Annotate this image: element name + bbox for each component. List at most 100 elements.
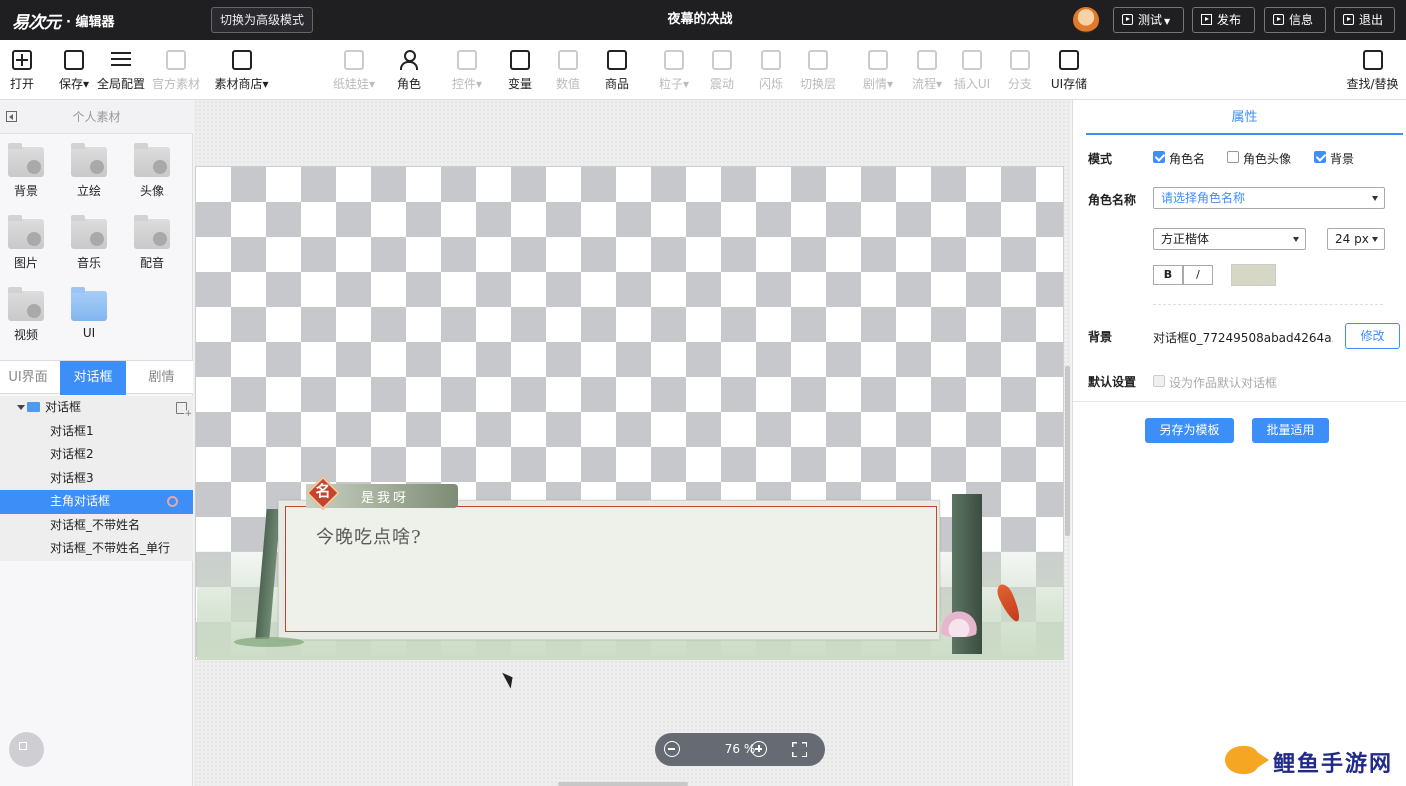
flow-tool[interactable]: 流程▾ (910, 50, 944, 92)
fullscreen-icon[interactable] (792, 742, 807, 757)
batch-apply-button[interactable]: 批量适用 (1252, 418, 1329, 443)
open-tool[interactable]: 打开 (8, 50, 36, 92)
asset-folder-voice[interactable]: 配音 (127, 215, 177, 271)
apps-grid-icon[interactable] (9, 732, 44, 767)
default-dialog-checkbox[interactable]: 设为作品默认对话框 (1153, 374, 1277, 391)
publish-button[interactable]: 发布 (1192, 7, 1255, 33)
mode-checkbox-background[interactable]: 背景 (1314, 150, 1354, 167)
user-avatar[interactable] (1073, 7, 1099, 33)
left-tabs: UI界面 对话框 剧情 (0, 360, 193, 395)
flash-icon (761, 50, 781, 70)
folder-icon (8, 215, 44, 249)
tree-item[interactable]: 对话框_不带姓名 (0, 513, 193, 537)
asset-folder-label: 头像 (139, 184, 164, 198)
variable-tool[interactable]: 变量 (507, 50, 533, 92)
mode-checkbox-char-avatar[interactable]: 角色头像 (1227, 150, 1291, 167)
stage-canvas[interactable]: 今晚吃点啥? 是我呀 名 (195, 166, 1064, 660)
dialog-text[interactable]: 今晚吃点啥? (316, 523, 422, 549)
fish-logo-icon (1225, 746, 1269, 774)
tree-item[interactable]: 对话框1 (0, 419, 193, 443)
chevron-down-icon (1372, 196, 1378, 201)
official-assets-tool[interactable]: 官方素材 (152, 50, 200, 92)
char-name-select[interactable]: 请选择角色名称 (1153, 187, 1385, 209)
switch-advanced-mode-button[interactable]: 切换为高级模式 (211, 7, 313, 33)
play-icon (1122, 14, 1133, 25)
asset-folder-portrait[interactable]: 立绘 (64, 143, 114, 199)
asset-folder-avatar[interactable]: 头像 (127, 143, 177, 199)
vertical-scrollbar[interactable] (1065, 366, 1070, 536)
asset-folder-ui[interactable]: UI (64, 287, 114, 340)
asset-folder-image[interactable]: 图片 (1, 215, 51, 271)
asset-folder-background[interactable]: 背景 (1, 143, 51, 199)
widget-tool[interactable]: 控件▾ (450, 50, 484, 92)
publish-label: 发布 (1217, 13, 1242, 27)
asset-folder-label: 视频 (13, 328, 38, 342)
insert-ui-tool[interactable]: 插入UI (953, 50, 991, 92)
mode-checkbox-char-name[interactable]: 角色名 (1153, 150, 1205, 167)
shake-label: 震动 (709, 77, 734, 91)
switch-layer-label: 切换层 (799, 77, 836, 91)
branch-icon (1010, 50, 1030, 70)
logout-button[interactable]: 退出 (1334, 7, 1395, 33)
edit-background-button[interactable]: 修改 (1345, 323, 1400, 349)
find-replace-label: 查找/替换 (1346, 77, 1399, 91)
tab-dialog[interactable]: 对话框 (60, 361, 126, 395)
open-label: 打开 (9, 77, 34, 91)
tab-properties[interactable]: 属性 (1086, 100, 1403, 135)
asset-folder-label: 立绘 (76, 184, 101, 198)
text-color-swatch[interactable] (1231, 264, 1276, 286)
particle-tool[interactable]: 粒子▾ (659, 50, 689, 92)
dialog-box[interactable]: 今晚吃点啥? (278, 500, 940, 640)
save-tool[interactable]: 保存▾ (56, 50, 92, 92)
horizontal-scrollbar[interactable] (558, 782, 688, 786)
particle-label: 粒子▾ (659, 77, 690, 91)
plus-square-icon (12, 50, 32, 70)
test-button[interactable]: 测试 ▼ (1113, 7, 1184, 33)
tab-plot[interactable]: 剧情 (130, 361, 193, 395)
character-label: 角色 (396, 77, 421, 91)
plot-tool[interactable]: 剧情▾ (861, 50, 895, 92)
asset-store-tool[interactable]: 素材商店▾ (213, 50, 270, 92)
shake-tool[interactable]: 震动 (709, 50, 735, 92)
chevron-down-icon (1293, 237, 1299, 242)
character-tool[interactable]: 角色 (396, 50, 422, 92)
global-config-tool[interactable]: 全局配置 (97, 50, 145, 92)
font-size-select[interactable]: 24 px (1327, 228, 1385, 250)
settings-icon[interactable] (167, 496, 178, 507)
value-tool[interactable]: 数值 (555, 50, 581, 92)
info-label: 信息 (1289, 13, 1314, 27)
italic-button[interactable]: / (1183, 265, 1213, 285)
bold-button[interactable]: B (1153, 265, 1183, 285)
font-size-value: 24 px (1335, 232, 1369, 246)
ui-storage-tool[interactable]: UI存储 (1050, 50, 1088, 92)
add-file-icon[interactable] (176, 402, 192, 419)
flash-tool[interactable]: 闪烁 (758, 50, 784, 92)
app-logo[interactable]: 易次元 · 编辑器 (12, 7, 114, 33)
font-family-select[interactable]: 方正楷体 (1153, 228, 1306, 250)
find-replace-tool[interactable]: 查找/替换 (1346, 50, 1399, 92)
checkbox-icon (1314, 151, 1326, 163)
tree-item[interactable]: 对话框2 (0, 443, 193, 467)
switch-layer-tool[interactable]: 切换层 (799, 50, 837, 92)
zoom-in-icon[interactable] (751, 741, 767, 757)
tree-item[interactable]: 对话框3 (0, 466, 193, 490)
checkbox-label: 角色头像 (1243, 152, 1292, 166)
save-as-template-button[interactable]: 另存为模板 (1145, 418, 1234, 443)
folder-icon (8, 143, 44, 177)
tree-folder-dialog[interactable]: 对话框 (0, 396, 193, 420)
tab-ui-screen[interactable]: UI界面 (0, 361, 56, 395)
logout-label: 退出 (1359, 13, 1384, 27)
goods-tool[interactable]: 商品 (604, 50, 630, 92)
info-button[interactable]: 信息 (1264, 7, 1326, 33)
collapse-panel-icon[interactable] (6, 111, 17, 122)
paper-doll-tool[interactable]: 纸娃娃▾ (332, 50, 376, 92)
caret-down-icon (17, 405, 25, 410)
asset-folder-video[interactable]: 视频 (1, 287, 51, 343)
tree-item-selected[interactable]: 主角对话框 (0, 490, 193, 514)
tree-item-label: 对话框_不带姓名_单行 (50, 541, 171, 555)
asset-folder-music[interactable]: 音乐 (64, 215, 114, 271)
asset-folder-label: 音乐 (76, 256, 101, 270)
folder-icon (27, 402, 40, 412)
branch-tool[interactable]: 分支 (1007, 50, 1033, 92)
tree-item[interactable]: 对话框_不带姓名_单行 (0, 537, 193, 561)
